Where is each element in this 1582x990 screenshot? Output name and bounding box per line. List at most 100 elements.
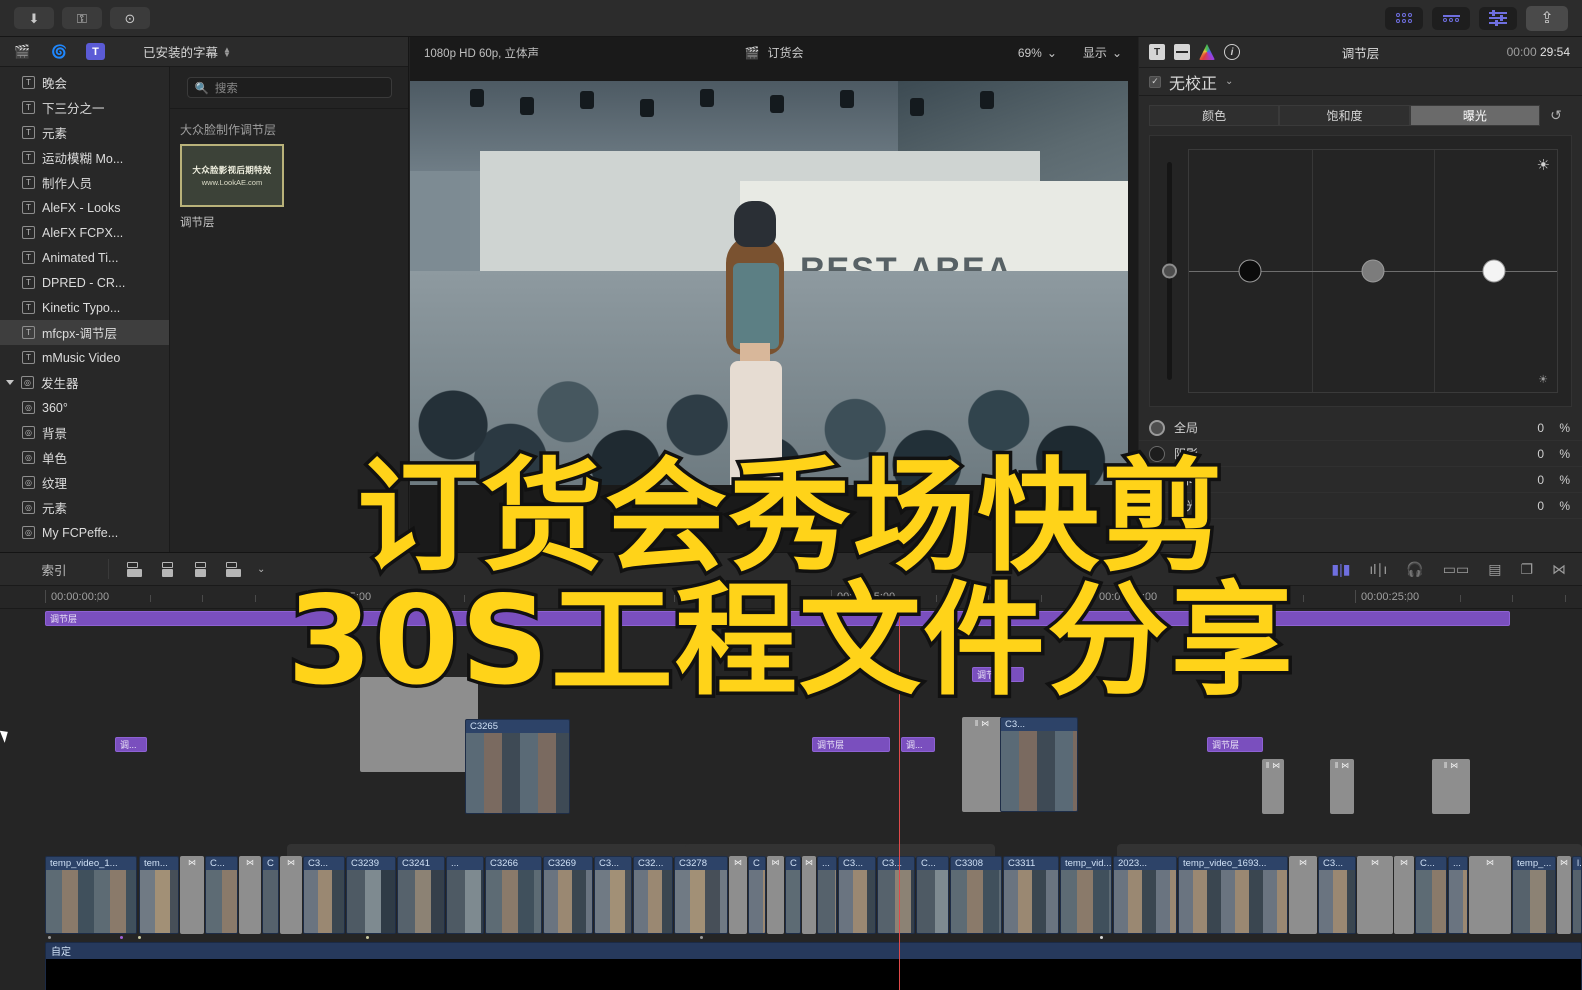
append-clip-icon[interactable] (191, 561, 210, 577)
duplicate-icon[interactable]: ❐ (1520, 561, 1533, 578)
timeline-video-clip[interactable]: C... (205, 856, 238, 934)
timeline-video-clip[interactable]: C3... (594, 856, 632, 934)
gap-clip[interactable]: ‖ ⋈ (360, 677, 478, 772)
titles-icon[interactable]: 🎬 (12, 43, 33, 61)
category-select[interactable]: 已安装的字幕 ▲ ▼ (143, 42, 231, 61)
timeline-video-clip[interactable]: C3... (877, 856, 915, 934)
chevron-down-icon[interactable]: ⌄ (1225, 76, 1233, 87)
transition-clip[interactable]: ⋈ (1394, 856, 1414, 934)
browser-list-item[interactable]: ◎ 纹理 (0, 470, 169, 495)
timeline-video-clip[interactable]: C (748, 856, 766, 934)
color-board-row-value[interactable]: 0 (1537, 499, 1544, 513)
adjustment-layer-clip[interactable]: 调... (115, 737, 147, 752)
playhead[interactable] (899, 609, 900, 990)
gap-clip[interactable]: ‖ ⋈ (1330, 759, 1354, 814)
browser-list-item[interactable]: ◎ My FCPeffe... (0, 520, 169, 545)
correction-row[interactable]: ✓ 无校正 ⌄ (1139, 68, 1582, 96)
info-inspector-icon[interactable]: i (1224, 44, 1240, 60)
transition-clip[interactable]: ⋈ (1469, 856, 1511, 934)
timeline-video-clip[interactable]: temp_... (1512, 856, 1556, 934)
insert-clip-icon[interactable] (158, 561, 177, 577)
color-board-row[interactable]: 中间调 0% (1139, 467, 1582, 493)
color-board-row-puck[interactable] (1149, 445, 1165, 462)
text-icon[interactable]: T (86, 43, 105, 60)
disclosure-triangle-icon[interactable] (6, 380, 14, 385)
transition-clip[interactable]: ⋈ (1557, 856, 1571, 934)
search-input[interactable]: 🔍 搜索 (186, 77, 392, 98)
browser-list-item[interactable]: T 元素 (0, 120, 169, 145)
tab-color[interactable]: 颜色 (1149, 105, 1280, 126)
gap-clip[interactable]: ‖ ⋈ (1432, 759, 1470, 814)
browser-list-item[interactable]: Tmfcpx-调节层 (0, 320, 169, 345)
timeline-video-clip[interactable]: C... (1415, 856, 1447, 934)
marker-check-button[interactable]: ⊙ (110, 7, 150, 29)
adjustment-layer-clip[interactable]: 调节层 (45, 611, 1510, 626)
timeline-video-clip[interactable]: C3... (303, 856, 345, 934)
video-inspector-icon[interactable] (1174, 44, 1190, 60)
transition-clip[interactable]: ⋈ (802, 856, 816, 934)
master-slider-knob[interactable] (1161, 263, 1177, 279)
color-board-row[interactable]: 全局 0% (1139, 415, 1582, 441)
timeline-marker[interactable] (48, 936, 51, 939)
timeline-marker[interactable] (138, 936, 141, 939)
timeline-video-clip[interactable]: C3... (838, 856, 876, 934)
color-board-row-puck[interactable] (1149, 497, 1165, 514)
overwrite-clip-icon[interactable] (224, 561, 243, 577)
color-board-row[interactable]: 高光 0% (1139, 493, 1582, 519)
timeline-video-clip[interactable]: 2023... (1113, 856, 1177, 934)
timeline-video-clip[interactable]: C3239 (346, 856, 396, 934)
adjustment-layer-clip[interactable]: 调节层 (972, 667, 1024, 682)
timeline-video-clip[interactable]: C3266 (485, 856, 542, 934)
timeline-marker[interactable] (700, 936, 703, 939)
browser-list-item[interactable]: TmMusic Video (0, 345, 169, 370)
shadows-puck[interactable] (1238, 259, 1262, 283)
timeline-video-clip[interactable]: C (785, 856, 801, 934)
timeline-video-clip[interactable]: temp_vid... (1060, 856, 1112, 934)
share-button[interactable]: ⇪ (1526, 5, 1568, 31)
midtones-puck[interactable] (1361, 259, 1385, 283)
browser-list-item[interactable]: T DPRED - CR... (0, 270, 169, 295)
timeline-video-clip[interactable]: C3269 (543, 856, 593, 934)
browser-sidebar-list[interactable]: T 晚会 T 下三分之一 T 元素 T 运动模糊 Mo... T 制作人员 T AleFX - Loo… (0, 67, 170, 552)
color-inspector-icon[interactable] (1199, 44, 1215, 60)
audio-meters-button[interactable] (1479, 6, 1517, 30)
timeline-video-clip[interactable]: C32... (633, 856, 673, 934)
browser-list-item[interactable]: ◎ 元素 (0, 495, 169, 520)
viewer-stage[interactable]: REST AREA (410, 68, 1138, 552)
adjustment-layer-clip[interactable]: 调... (901, 737, 935, 752)
connected-video-clip[interactable]: C3... (1000, 717, 1078, 812)
transition-clip[interactable]: ⋈ (239, 856, 261, 934)
browser-list-item[interactable]: T 晚会 (0, 70, 169, 95)
index-view-icon[interactable]: ▤ (1488, 561, 1501, 578)
timeline-video-clip[interactable]: C3308 (950, 856, 1002, 934)
master-slider-column[interactable] (1150, 136, 1188, 406)
text-inspector-icon[interactable]: T (1149, 44, 1165, 60)
transition-clip[interactable]: ⋈ (280, 856, 302, 934)
color-board-row-value[interactable]: 0 (1537, 421, 1544, 435)
timeline-video-clip[interactable]: l... (1572, 856, 1582, 934)
correction-checkbox[interactable]: ✓ (1149, 75, 1161, 88)
browser-list-item[interactable]: T 运动模糊 Mo... (0, 145, 169, 170)
color-board[interactable]: ☀ ☀ (1149, 135, 1572, 407)
connected-video-clip[interactable]: C3265 (465, 719, 570, 814)
timeline-video-clip[interactable]: C3311 (1003, 856, 1059, 934)
timeline-video-clip[interactable]: C3278 (674, 856, 728, 934)
audio-waveform-icon[interactable]: ıl∣ı (1369, 561, 1387, 578)
browser-list-item[interactable]: T 制作人员 (0, 170, 169, 195)
gap-clip[interactable]: ‖ ⋈ (1262, 759, 1284, 814)
color-board-row-value[interactable]: 0 (1537, 447, 1544, 461)
timeline-video-clip[interactable]: temp_video_1... (45, 856, 137, 934)
color-board-row-value[interactable]: 0 (1537, 473, 1544, 487)
transition-clip[interactable]: ⋈ (1357, 856, 1393, 934)
timeline-video-clip[interactable]: ... (817, 856, 837, 934)
browser-list-item[interactable]: T Kinetic Typo... (0, 295, 169, 320)
timeline-marker[interactable] (120, 936, 123, 939)
browser-list-item[interactable]: T Animated Ti... (0, 245, 169, 270)
tab-exposure[interactable]: 曝光 (1409, 105, 1540, 126)
timeline-video-clip[interactable]: C... (916, 856, 949, 934)
timeline-index-button[interactable]: 索引 (0, 560, 108, 579)
transition-clip[interactable]: ⋈ (180, 856, 204, 934)
clip-appearance-icon[interactable]: ▭▭ (1443, 561, 1469, 578)
timeline-video-clip[interactable]: ... (1448, 856, 1468, 934)
timeline-video-clip[interactable]: C (262, 856, 279, 934)
